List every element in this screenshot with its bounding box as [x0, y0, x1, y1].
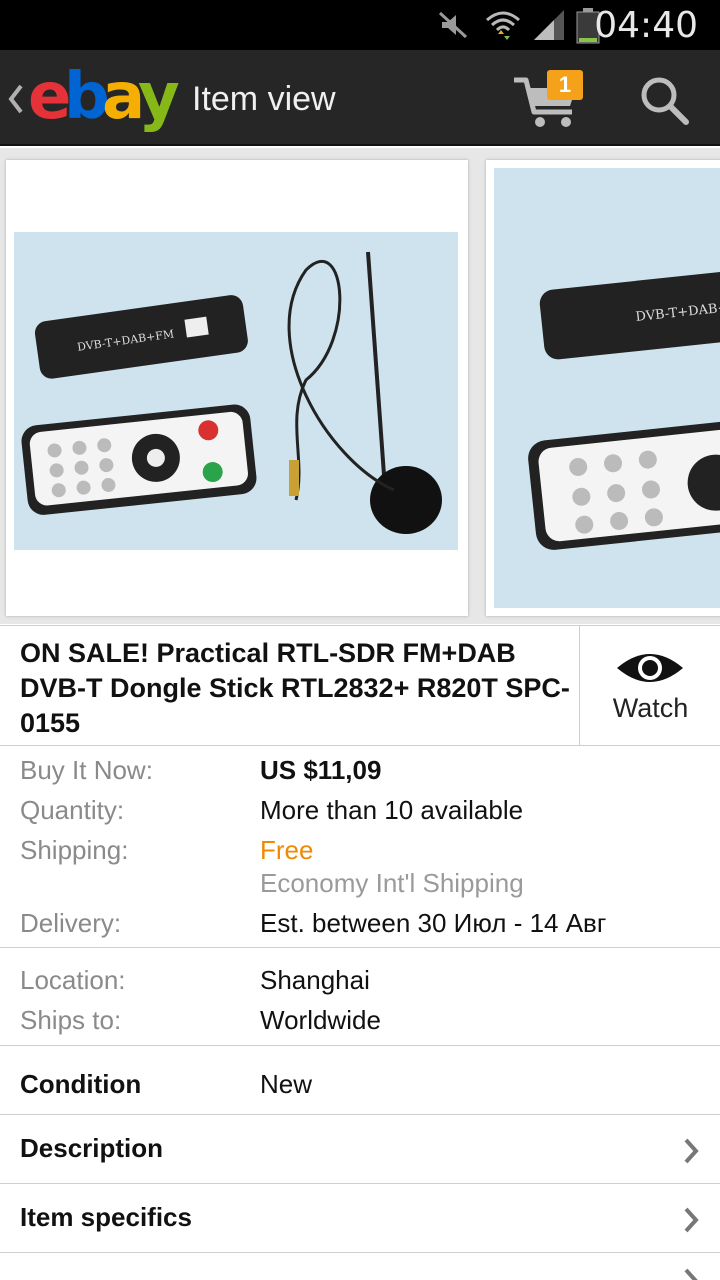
product-photo[interactable]: DVB-T+DAB+FM	[6, 160, 468, 616]
ebay-logo[interactable]: e b a y	[28, 60, 180, 136]
price-value: US $11,09	[260, 755, 382, 785]
item-title-section: ON SALE! Practical RTL-SDR FM+DAB DVB-T …	[0, 625, 720, 746]
chevron-right-icon	[684, 1268, 698, 1280]
page-title: Item view	[192, 80, 336, 118]
wifi-icon	[486, 11, 520, 40]
next-section-row[interactable]	[0, 1253, 720, 1280]
location-value: Shanghai	[260, 965, 370, 995]
svg-text:b: b	[64, 60, 107, 134]
delivery-value: Est. between 30 Июл - 14 Авг	[260, 908, 607, 938]
buy-now-label: Buy It Now:	[20, 755, 153, 785]
condition-value: New	[260, 1069, 313, 1099]
mute-icon	[438, 11, 468, 39]
item-specifics-label: Item specifics	[20, 1202, 192, 1232]
shipping-label: Shipping:	[20, 835, 129, 865]
svg-text:a: a	[102, 60, 141, 134]
back-chevron-icon[interactable]	[6, 82, 26, 116]
delivery-label: Delivery:	[20, 908, 122, 938]
condition-label: Condition	[20, 1069, 142, 1099]
location-label: Location:	[20, 965, 126, 995]
item-title: ON SALE! Practical RTL-SDR FM+DAB DVB-T …	[20, 638, 570, 738]
ebay-logo-mark: e b a y	[28, 60, 180, 134]
status-bar: 04:40	[0, 0, 720, 50]
ships-to-value: Worldwide	[260, 1005, 381, 1035]
svg-text:y: y	[138, 60, 179, 134]
cart-count-badge: 1	[547, 70, 583, 100]
watch-label: Watch	[612, 693, 689, 723]
svg-text:e: e	[28, 60, 69, 134]
ships-to-label: Ships to:	[20, 1005, 122, 1035]
eye-icon	[617, 654, 683, 682]
shipping-value: Free	[260, 835, 314, 865]
product-illustration: DVB-T+DAB+FM	[14, 232, 458, 550]
status-time: 04:40	[594, 5, 698, 46]
image-gallery[interactable]: DVB-T+DAB+FM DVB-T+DAB+	[0, 148, 720, 624]
quantity-value: More than 10 available	[260, 795, 524, 825]
description-row[interactable]: Description	[0, 1115, 720, 1183]
chevron-right-icon	[684, 1138, 699, 1164]
divider	[0, 1045, 720, 1046]
description-label: Description	[20, 1133, 164, 1163]
shipping-method: Economy Int'l Shipping	[260, 868, 524, 898]
action-bar: e b a y Item view 1	[0, 50, 720, 146]
quantity-label: Quantity:	[20, 795, 125, 825]
divider	[0, 947, 720, 948]
item-specifics-row[interactable]: Item specifics	[0, 1184, 720, 1252]
product-illustration: DVB-T+DAB+	[494, 168, 720, 608]
chevron-right-icon	[684, 1207, 699, 1233]
product-photo[interactable]: DVB-T+DAB+	[486, 160, 720, 616]
search-icon[interactable]	[638, 74, 690, 126]
watch-button[interactable]: Watch	[579, 626, 720, 745]
signal-icon	[534, 10, 564, 40]
